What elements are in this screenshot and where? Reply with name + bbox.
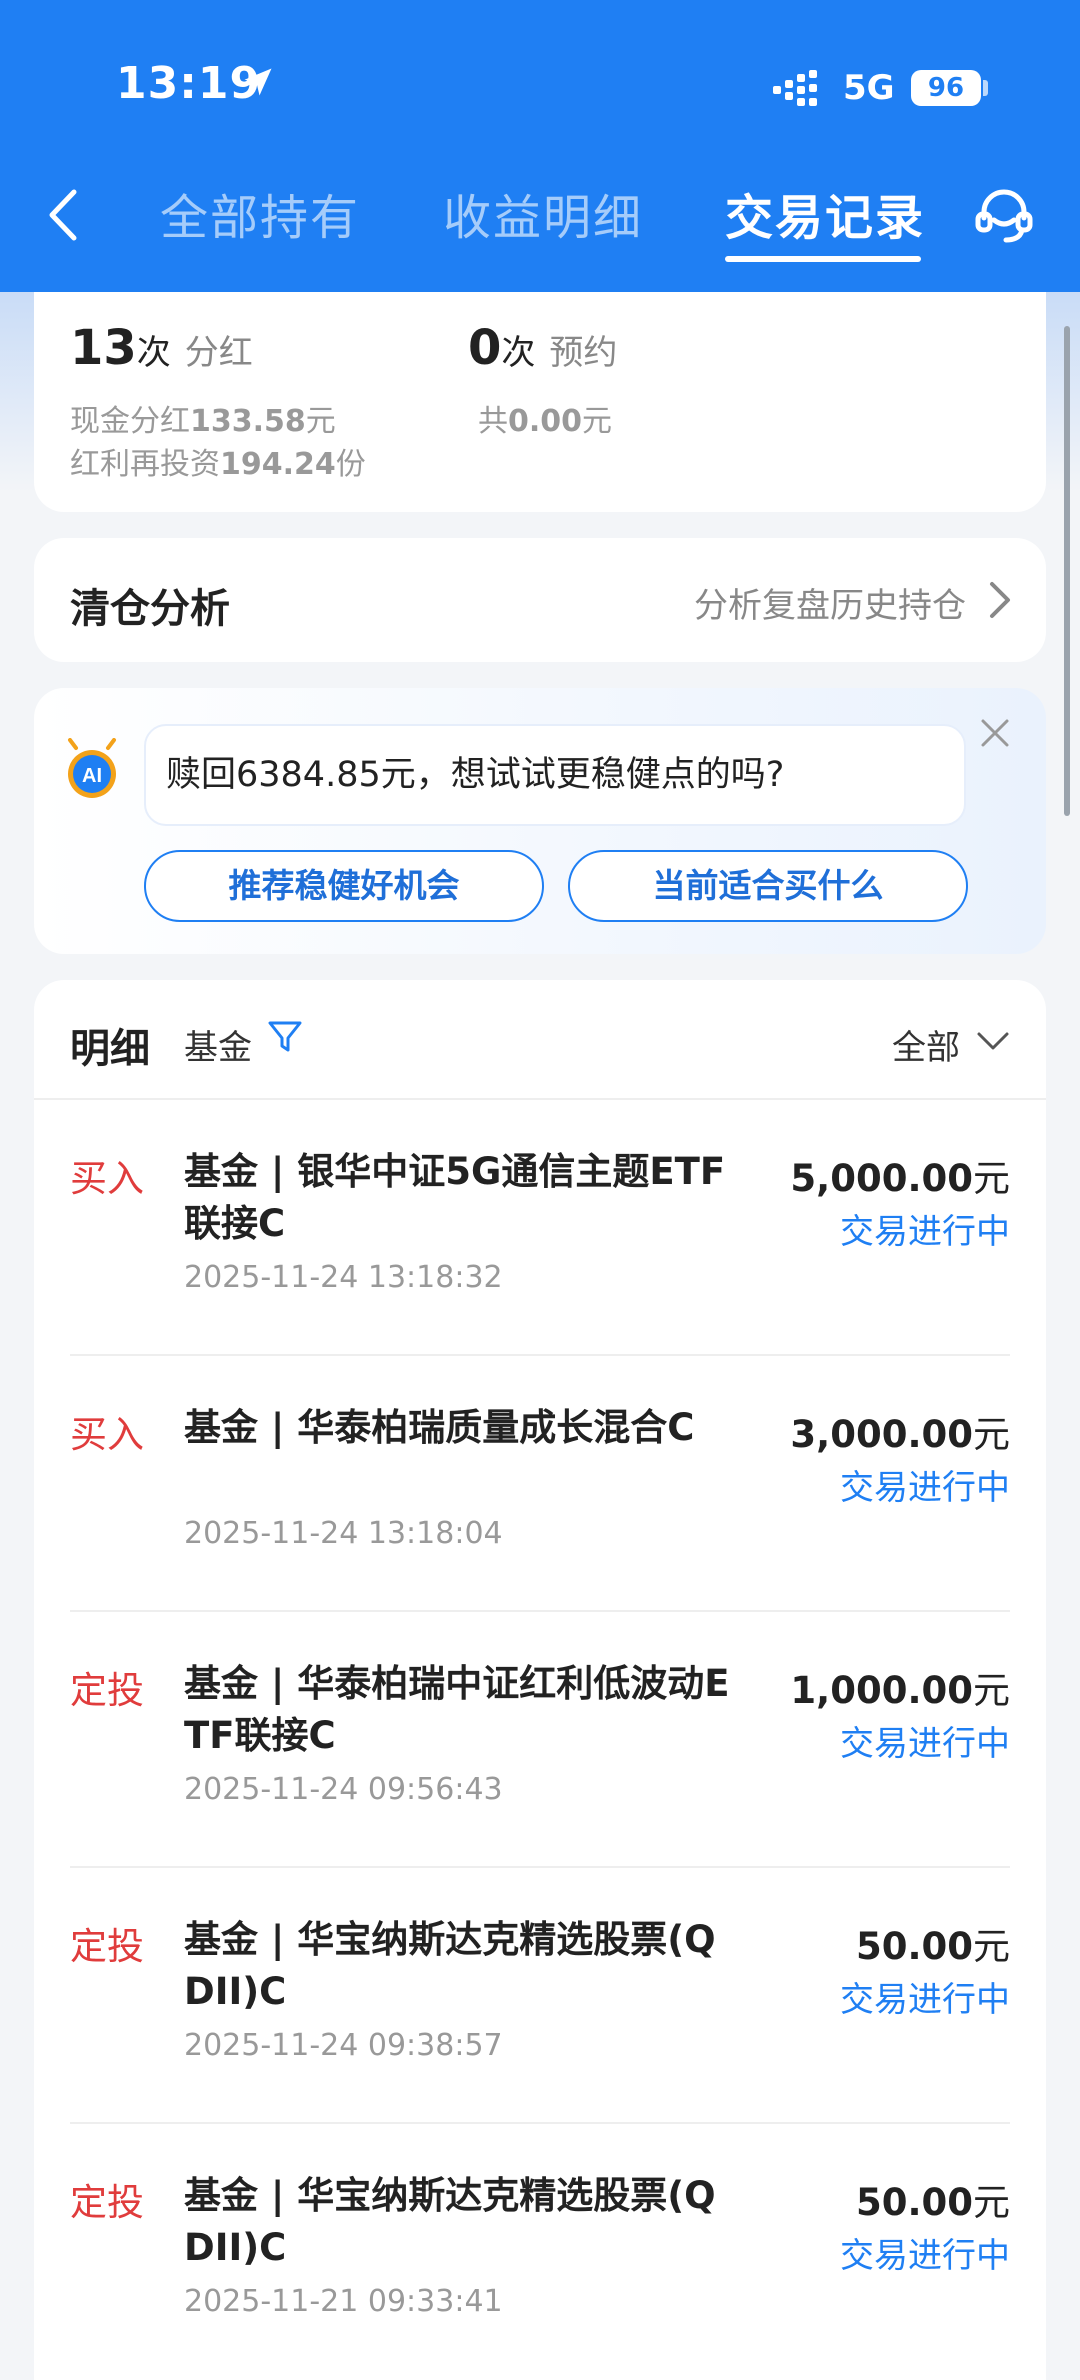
active-tab-indicator [725,256,921,262]
tab-all-holdings[interactable]: 全部持有 [160,178,360,248]
transaction-row[interactable]: 定投 基金 | 华泰柏瑞中证红利低波动ETF联接C 2025-11-24 09:… [34,1612,1046,1868]
reserve-total: 共0.00元 [478,396,612,440]
transaction-amount: 5,000.00元 [790,1148,1010,1202]
header: 13:19 5G 96 全部持有 收益明细 交易记录 [0,0,1080,292]
filter-icon[interactable] [266,1018,304,1056]
transaction-amount: 50.00元 [856,1916,1010,1970]
transaction-date: 2025-11-24 13:18:04 [184,1516,503,1551]
clearance-link[interactable]: 分析复盘历史持仓 [694,578,966,627]
dividend-reinvest-prefix: 红利再投资 [70,447,220,482]
ai-message-bubble: 赎回6384.85元，想试试更稳健点的吗? [144,724,966,826]
tab-income-details[interactable]: 收益明细 [443,178,643,248]
dividend-reinvest: 红利再投资194.24份 [70,439,366,483]
transaction-status: 交易进行中 [840,1724,1010,1764]
battery-indicator: 96 [911,70,981,106]
clearance-title: 清仓分析 [70,586,230,632]
detail-header: 明细 基金 全部 [34,980,1046,1100]
fund-name: 基金 | 华泰柏瑞质量成长混合C [184,1406,695,1449]
dividend-count: 13 [70,320,137,376]
amount-value: 3,000.00 [790,1413,973,1456]
ai-suggestion-card: AI 赎回6384.85元，想试试更稳健点的吗? 推荐稳健好机会 当前适合买什么 [34,688,1046,954]
recommend-stable-button[interactable]: 推荐稳健好机会 [144,850,544,922]
transaction-details-card: 明细 基金 全部 买入 基金 | 银华中证5G通信主题ETF联接C 2025-1… [34,980,1046,2380]
amount-value: 1,000.00 [790,1669,973,1712]
detail-title: 明细 [70,1026,150,1072]
fund-name: 基金 | 华宝纳斯达克精选股票(QDII)C [184,2174,716,2269]
dividend-cash: 现金分红133.58元 [70,396,336,440]
dividend-count-unit: 次 [136,333,171,373]
transaction-row[interactable]: 定投 基金 | 华宝纳斯达克精选股票(QDII)C 2025-11-24 09:… [34,1868,1046,2124]
transaction-status: 交易进行中 [840,2236,1010,2276]
scope-dropdown[interactable]: 全部 [892,1020,960,1069]
network-type: 5G [843,68,895,108]
reserve-total-unit: 元 [582,404,613,439]
dividend-label: 分红 [184,333,253,373]
amount-value: 50.00 [855,2181,973,2224]
transaction-type: 定投 [70,2181,144,2224]
what-to-buy-button[interactable]: 当前适合买什么 [568,850,968,922]
reserve-stat[interactable]: 0次 预约 [468,320,617,376]
transaction-date: 2025-11-24 09:56:43 [184,1772,503,1807]
location-arrow-icon [244,68,272,96]
transaction-status: 交易进行中 [840,1980,1010,2020]
amount-unit: 元 [973,2181,1010,2224]
transaction-type: 定投 [70,1669,144,1712]
transaction-row[interactable]: 定投 基金 | 华宝纳斯达克精选股票(QDII)C 2025-11-21 09:… [34,2124,1046,2380]
fund-name: 基金 | 银华中证5G通信主题ETF联接C [184,1150,726,1245]
transaction-date: 2025-11-21 09:33:41 [184,2284,503,2319]
dividend-stat[interactable]: 13次 分红 [70,320,253,376]
fund-filter[interactable]: 基金 [184,1020,252,1069]
transaction-type: 定投 [70,1925,144,1968]
amount-unit: 元 [973,1157,1010,1200]
transaction-row[interactable]: 买入 基金 | 华泰柏瑞质量成长混合C 2025-11-24 13:18:04 … [34,1356,1046,1612]
amount-unit: 元 [973,1413,1010,1456]
fund-name: 基金 | 华泰柏瑞中证红利低波动ETF联接C [184,1662,730,1757]
dividend-cash-value: 133.58 [190,404,306,439]
close-icon[interactable] [980,718,1010,748]
transaction-amount: 1,000.00元 [790,1660,1010,1714]
transaction-status: 交易进行中 [840,1212,1010,1252]
clearance-analysis-card[interactable]: 清仓分析 分析复盘历史持仓 [34,538,1046,662]
fund-name: 基金 | 华宝纳斯达克精选股票(QDII)C [184,1918,716,2013]
reserve-label: 预约 [549,333,618,373]
customer-service-icon[interactable] [972,182,1036,246]
nav-bar: 全部持有 收益明细 交易记录 [0,160,1080,292]
ai-assistant-icon: AI [68,738,116,798]
reserve-count: 0 [468,320,502,376]
summary-card: 13次 分红 现金分红133.58元 红利再投资194.24份 0次 预约 共0.0… [34,292,1046,512]
chevron-down-icon[interactable] [976,1030,1010,1052]
back-icon[interactable] [40,180,90,250]
transaction-row[interactable]: 买入 基金 | 银华中证5G通信主题ETF联接C 2025-11-24 13:1… [34,1100,1046,1356]
transaction-type: 买入 [70,1157,144,1200]
transaction-amount: 3,000.00元 [790,1404,1010,1458]
amount-unit: 元 [973,1925,1010,1968]
battery-tip [983,80,988,96]
dividend-cash-prefix: 现金分红 [70,404,190,439]
amount-value: 50.00 [855,1925,973,1968]
reserve-total-value: 0.00 [508,404,583,439]
amount-unit: 元 [973,1669,1010,1712]
transaction-amount: 50.00元 [856,2172,1010,2226]
scrollbar[interactable] [1064,326,1070,816]
dividend-reinvest-value: 194.24 [220,447,336,482]
amount-value: 5,000.00 [790,1157,973,1200]
tab-trade-records[interactable]: 交易记录 [725,178,925,248]
status-bar: 13:19 5G 96 [0,0,1080,160]
dividend-reinvest-unit: 份 [335,447,366,482]
transaction-date: 2025-11-24 09:38:57 [184,2028,503,2063]
reserve-total-prefix: 共 [478,404,508,439]
transaction-date: 2025-11-24 13:18:32 [184,1260,503,1295]
dividend-cash-unit: 元 [305,404,336,439]
reserve-count-unit: 次 [501,333,536,373]
signal-icon [773,70,817,106]
transaction-status: 交易进行中 [840,1468,1010,1508]
svg-text:AI: AI [82,765,102,787]
transaction-type: 买入 [70,1413,144,1456]
chevron-right-icon [990,582,1010,618]
